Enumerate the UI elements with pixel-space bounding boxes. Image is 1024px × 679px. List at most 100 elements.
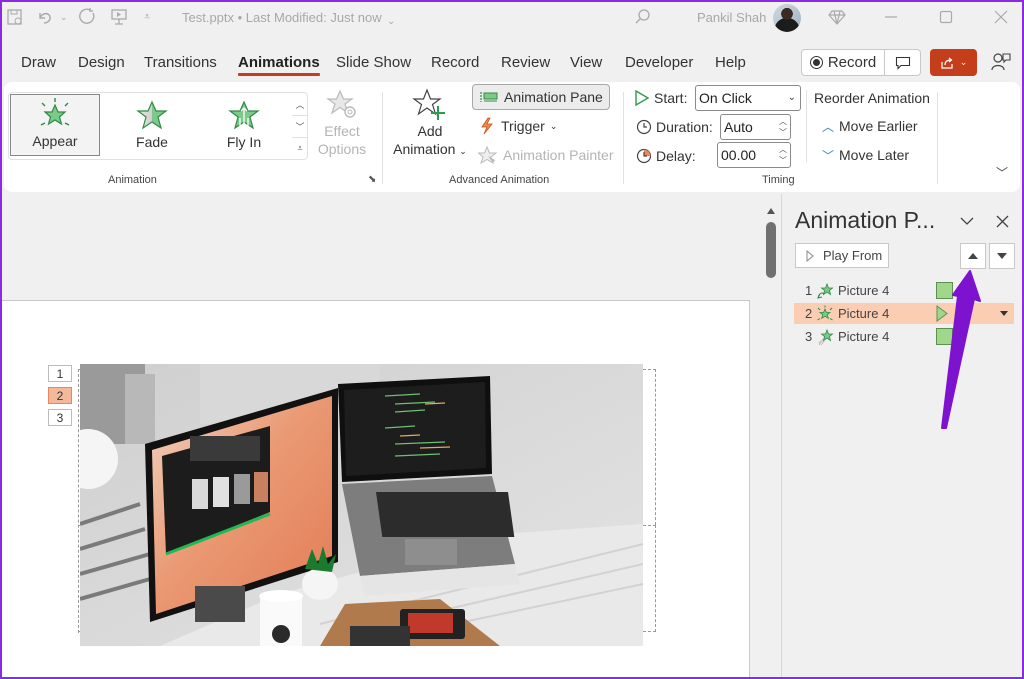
- start-label: Start:: [634, 87, 687, 109]
- record-button[interactable]: Record: [801, 49, 885, 76]
- tab-design[interactable]: Design: [78, 54, 125, 71]
- delay-spinner[interactable]: ︿ ﹀: [779, 144, 787, 166]
- add-animation-label-2: Animation ⌄: [393, 141, 467, 157]
- dialog-launcher-icon[interactable]: ⬊: [368, 174, 376, 185]
- animation-pane: Animation P... Play From 1 Picture 4 2 P…: [781, 194, 1024, 679]
- tab-help[interactable]: Help: [715, 54, 746, 71]
- ribbon: Appear Fade Fly In ︿ ﹀ ⩡ Effect Options …: [4, 82, 1020, 192]
- slide-workspace: 1 2 3: [0, 194, 780, 679]
- comment-icon: [895, 56, 910, 70]
- gallery-scroll-down-icon[interactable]: ﹀: [292, 115, 308, 137]
- animation-pane-button[interactable]: Animation Pane: [472, 84, 610, 110]
- animation-painter-icon: [478, 146, 498, 164]
- group-label-advanced-animation: Advanced Animation: [449, 174, 550, 186]
- placeholder-outline: [78, 369, 79, 633]
- vertical-scrollbar[interactable]: [762, 194, 780, 679]
- document-title[interactable]: Test.pptx • Last Modified: Just now: [182, 10, 382, 25]
- animation-item-number: 3: [805, 329, 813, 344]
- animation-badge-3[interactable]: 3: [48, 409, 72, 426]
- fly-star-icon: [815, 328, 835, 346]
- tab-animations[interactable]: Animations: [238, 54, 320, 76]
- close-window-icon[interactable]: [994, 6, 1008, 28]
- animation-list-item[interactable]: 1 Picture 4: [794, 280, 1014, 301]
- play-icon: [806, 249, 814, 262]
- diamond-premium-icon[interactable]: [828, 6, 846, 28]
- tab-developer[interactable]: Developer: [625, 54, 693, 71]
- move-earlier-button[interactable]: ︿ Move Earlier: [816, 113, 924, 139]
- tab-slide-show[interactable]: Slide Show: [336, 54, 411, 71]
- coauthor-icon[interactable]: [990, 51, 1012, 76]
- add-animation-button[interactable]: Add Animation ⌄: [390, 88, 470, 160]
- animation-badge-1[interactable]: 1: [48, 365, 72, 382]
- undo-dropdown-icon[interactable]: ⌄: [60, 6, 68, 28]
- share-dropdown-icon: ⌄: [959, 57, 968, 67]
- scrollbar-thumb[interactable]: [766, 222, 776, 278]
- effect-options-label-2: Options: [317, 141, 367, 157]
- record-button-label: Record: [827, 54, 877, 71]
- slide-canvas[interactable]: 1 2 3: [0, 300, 750, 679]
- gallery-scroll-up-icon[interactable]: ︿: [292, 93, 308, 115]
- customize-qat-icon[interactable]: ⩡: [144, 6, 150, 28]
- picture-4[interactable]: [80, 364, 643, 646]
- duration-spinner[interactable]: ︿ ﹀: [779, 116, 787, 138]
- appear-star-icon: [40, 98, 70, 126]
- gallery-item-fade[interactable]: Fade: [107, 94, 197, 156]
- move-later-button[interactable]: ﹀ Move Later: [816, 142, 915, 168]
- duration-input[interactable]: Auto ︿ ﹀: [720, 114, 791, 140]
- undo-icon[interactable]: [36, 6, 54, 28]
- item-dropdown-icon[interactable]: [1000, 311, 1008, 316]
- animation-list-item-selected[interactable]: 2 Picture 4: [794, 303, 1014, 324]
- tab-draw[interactable]: Draw: [21, 54, 56, 71]
- move-down-button[interactable]: [989, 243, 1015, 269]
- gallery-item-fly-in[interactable]: Fly In: [199, 94, 289, 156]
- animation-item-number: 2: [805, 306, 813, 321]
- title-dropdown-icon[interactable]: ⌄: [387, 10, 395, 32]
- user-name[interactable]: Pankil Shah: [697, 10, 766, 25]
- start-select[interactable]: On Click ⌄: [695, 85, 801, 111]
- pane-options-chevron-icon[interactable]: [958, 212, 976, 230]
- triangle-down-icon: [997, 253, 1007, 259]
- present-icon[interactable]: [110, 6, 128, 28]
- group-separator: [382, 92, 383, 184]
- move-later-label: Move Later: [839, 147, 910, 163]
- animation-item-name: Picture 4: [838, 306, 890, 321]
- animation-badge-2[interactable]: 2: [48, 387, 72, 404]
- appear-star-icon: [815, 305, 835, 323]
- trigger-button[interactable]: Trigger ⌄: [472, 113, 563, 139]
- play-from-button[interactable]: Play From: [795, 243, 889, 268]
- effect-options-button[interactable]: Effect Options: [315, 88, 369, 158]
- avatar[interactable]: [773, 4, 801, 32]
- animation-list-item[interactable]: 3 Picture 4: [794, 326, 1014, 347]
- pane-close-icon[interactable]: [993, 212, 1011, 230]
- delay-value: 00.00: [721, 147, 757, 163]
- move-up-button[interactable]: [960, 243, 986, 269]
- collapse-ribbon-icon[interactable]: ﹀: [996, 164, 1008, 181]
- move-earlier-label: Move Earlier: [839, 118, 918, 134]
- search-icon[interactable]: [634, 6, 652, 28]
- chevron-up-icon: ︿: [822, 119, 835, 134]
- scroll-up-icon[interactable]: [767, 208, 775, 214]
- duration-value: Auto: [724, 119, 753, 135]
- animation-pane-label: Animation Pane: [504, 89, 603, 105]
- tab-review[interactable]: Review: [501, 54, 550, 71]
- autosave-icon[interactable]: [6, 6, 24, 28]
- comments-button[interactable]: [885, 49, 921, 76]
- trigger-dropdown-icon: ⌄: [549, 120, 558, 131]
- animation-item-name: Picture 4: [838, 283, 890, 298]
- chevron-down-icon: ﹀: [822, 148, 835, 163]
- redo-icon[interactable]: [78, 6, 98, 28]
- duration-label: Duration:: [636, 116, 713, 138]
- gallery-more-icon[interactable]: ⩡: [292, 137, 308, 159]
- animation-gallery: Appear Fade Fly In ︿ ﹀ ⩡: [8, 92, 308, 160]
- tab-transitions[interactable]: Transitions: [144, 54, 217, 71]
- effect-options-icon: [326, 89, 356, 118]
- timeline-bar: [936, 282, 953, 299]
- delay-input[interactable]: 00.00 ︿ ﹀: [717, 142, 791, 168]
- share-button[interactable]: ⌄: [930, 49, 977, 76]
- gallery-item-appear[interactable]: Appear: [10, 94, 100, 156]
- minimize-icon[interactable]: [884, 6, 898, 28]
- tab-record[interactable]: Record: [431, 54, 479, 71]
- animation-painter-button[interactable]: Animation Painter: [472, 142, 620, 168]
- maximize-icon[interactable]: [939, 6, 953, 28]
- tab-view[interactable]: View: [570, 54, 602, 71]
